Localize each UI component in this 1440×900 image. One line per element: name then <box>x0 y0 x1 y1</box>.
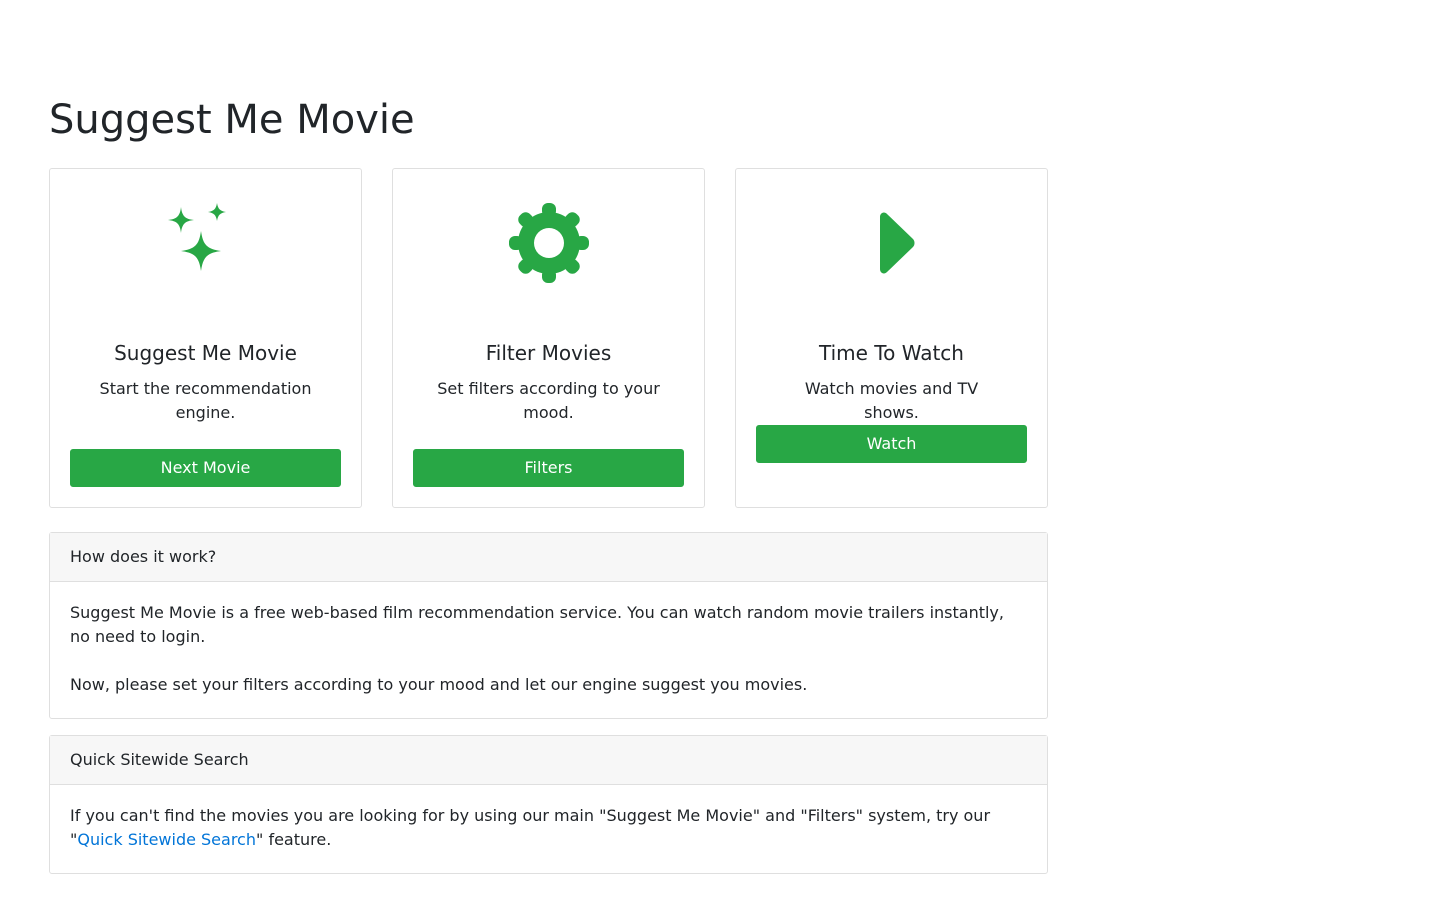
panel-body: If you can't find the movies you are loo… <box>50 785 1047 852</box>
gear-icon <box>507 201 591 285</box>
card-time-to-watch: Time To Watch Watch movies and TV shows.… <box>735 168 1048 508</box>
play-icon <box>850 201 934 285</box>
card-text: Watch movies and TV shows. <box>804 379 979 422</box>
panel-header: How does it work? <box>50 533 1047 582</box>
how-it-works-paragraph: Now, please set your filters according t… <box>70 675 808 694</box>
how-it-works-panel: How does it work? Suggest Me Movie is a … <box>49 532 1048 719</box>
card-title: Filter Movies <box>485 341 612 365</box>
quick-sitewide-search-link[interactable]: Quick Sitewide Search <box>77 830 256 849</box>
card-filter-movies: Filter Movies Set filters according to y… <box>392 168 705 508</box>
feature-cards: Suggest Me Movie Start the recommendatio… <box>49 168 1048 508</box>
card-title: Suggest Me Movie <box>114 341 297 365</box>
card-text: Start the recommendation engine. <box>99 379 312 422</box>
quick-search-text: If you can't find the movies you are loo… <box>70 804 1027 852</box>
panel-body: Suggest Me Movie is a free web-based fil… <box>50 582 1047 697</box>
page-title: Suggest Me Movie <box>49 97 415 143</box>
filters-button[interactable]: Filters <box>413 449 684 487</box>
card-text: Set filters according to your mood. <box>437 379 660 422</box>
panel-header: Quick Sitewide Search <box>50 736 1047 785</box>
next-movie-button[interactable]: Next Movie <box>70 449 341 487</box>
how-it-works-paragraph: Suggest Me Movie is a free web-based fil… <box>70 603 1004 646</box>
watch-button[interactable]: Watch <box>756 425 1027 463</box>
card-suggest-movie: Suggest Me Movie Start the recommendatio… <box>49 168 362 508</box>
sparkles-icon <box>164 201 248 285</box>
quick-search-panel: Quick Sitewide Search If you can't find … <box>49 735 1048 874</box>
card-title: Time To Watch <box>819 341 964 365</box>
quick-search-text-after: " feature. <box>256 830 332 849</box>
